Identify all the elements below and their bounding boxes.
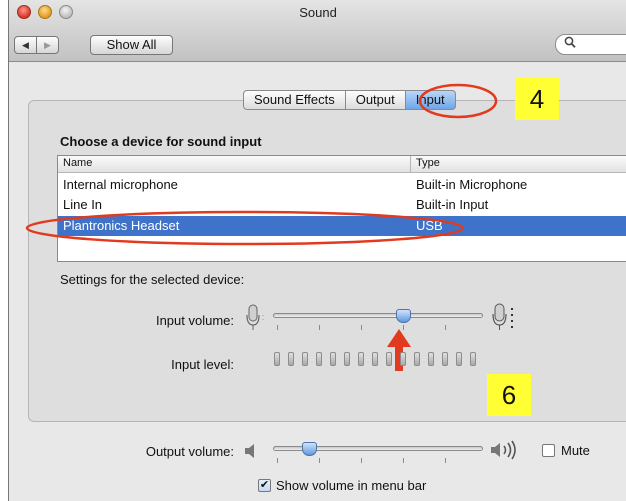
slider-tick [361, 458, 362, 463]
input-level-segment [316, 352, 322, 366]
slider-tick [319, 458, 320, 463]
device-row-internal-microphone[interactable]: Internal microphone Built-in Microphone [58, 175, 626, 195]
input-level-segment [456, 352, 462, 366]
mute-label: Mute [561, 443, 590, 458]
title-bar: Sound ◀ ▶ Show All [9, 0, 626, 62]
input-level-segment [302, 352, 308, 366]
input-level-segment [372, 352, 378, 366]
checkmark-icon: ✔ [259, 479, 270, 491]
back-button[interactable]: ◀ [14, 36, 37, 54]
input-level-segment [386, 352, 392, 366]
annotation-arrow-up [387, 329, 411, 371]
device-type: USB [416, 218, 443, 233]
speaker-high-icon [490, 440, 518, 463]
input-level-segment [330, 352, 336, 366]
device-name: Line In [63, 197, 103, 212]
show-volume-checkbox[interactable]: ✔ [258, 479, 271, 492]
input-volume-slider-track[interactable] [273, 313, 483, 318]
show-volume-label: Show volume in menu bar [276, 478, 427, 493]
column-divider [410, 156, 411, 172]
device-type: Built-in Input [416, 197, 489, 212]
mute-checkbox[interactable] [542, 444, 555, 457]
device-name: Plantronics Headset [63, 218, 180, 233]
forward-button[interactable]: ▶ [36, 36, 59, 54]
search-icon [564, 35, 576, 52]
microphone-low-icon [244, 303, 266, 336]
device-name: Internal microphone [63, 177, 178, 192]
device-section-title: Choose a device for sound input [60, 134, 262, 149]
slider-tick [403, 458, 404, 463]
output-volume-slider-thumb[interactable] [302, 442, 318, 456]
annotation-callout-4: 4 [515, 78, 559, 120]
search-field[interactable] [555, 34, 626, 55]
input-level-label: Input level: [171, 357, 234, 372]
input-level-segment [274, 352, 280, 366]
tab-output[interactable]: Output [345, 90, 406, 110]
input-volume-slider-thumb[interactable] [395, 309, 411, 323]
settings-label: Settings for the selected device: [60, 272, 245, 287]
input-level-segment [442, 352, 448, 366]
column-header-type[interactable]: Type [416, 157, 440, 169]
slider-tick [445, 458, 446, 463]
input-level-segment [358, 352, 364, 366]
input-volume-label: Input volume: [155, 313, 234, 328]
slider-tick [277, 458, 278, 463]
slider-tick [277, 325, 278, 330]
table-header: Name Type [58, 156, 626, 173]
input-level-segment [470, 352, 476, 366]
device-row-line-in[interactable]: Line In Built-in Input [58, 195, 626, 215]
input-level-segment [414, 352, 420, 366]
input-device-table: Name Type Internal microphone Built-in M… [57, 155, 626, 262]
output-volume-label: Output volume: [145, 444, 234, 459]
window-title: Sound [299, 5, 337, 20]
tab-input[interactable]: Input [405, 90, 456, 110]
input-level-segment [428, 352, 434, 366]
device-type: Built-in Microphone [416, 177, 528, 192]
annotation-callout-6: 6 [487, 374, 531, 416]
input-level-segment [344, 352, 350, 366]
slider-tick [445, 325, 446, 330]
column-header-name[interactable]: Name [63, 157, 92, 169]
speaker-low-icon [243, 442, 259, 463]
slider-tick [319, 325, 320, 330]
tab-sound-effects[interactable]: Sound Effects [243, 90, 346, 110]
input-level-segment [288, 352, 294, 366]
tab-bar: Sound Effects Output Input [243, 90, 456, 110]
slider-tick [361, 325, 362, 330]
input-level-segment [400, 352, 406, 366]
device-row-plantronics-headset[interactable]: Plantronics Headset USB [58, 216, 626, 236]
show-all-button[interactable]: Show All [90, 35, 173, 55]
microphone-high-icon [490, 302, 520, 337]
